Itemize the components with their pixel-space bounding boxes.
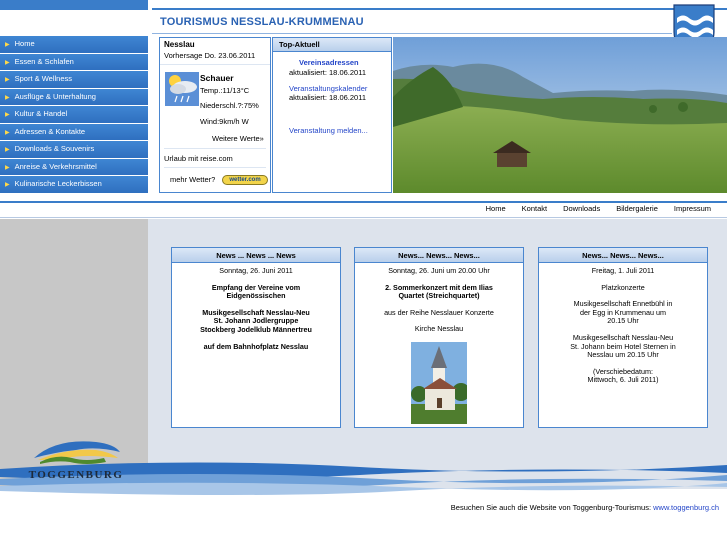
nav-item-label: Anreise & Verkehrsmittel — [14, 161, 97, 171]
news-date: Sonntag, 26. Juni um 20.00 Uhr — [388, 266, 490, 275]
updated-date: aktualisiert: 18.06.2011 — [289, 68, 366, 77]
footer: Besuchen Sie auch die Website von Toggen… — [451, 503, 719, 512]
section-divider — [0, 201, 727, 203]
nav-item-label: Home — [14, 39, 35, 48]
arrow-right-icon: ▶ — [5, 94, 10, 101]
weather-forecast-date: Vorhersage Do. 23.06.2011 — [160, 51, 270, 65]
weather-location: Nesslau — [164, 40, 195, 49]
nav-item-label: Ausflüge & Unterhaltung — [14, 91, 96, 101]
nav-item-essen-schlafen[interactable]: ▶ Essen & Schlafen — [0, 53, 148, 70]
top-accent-bar — [0, 0, 148, 10]
nav-item-kulinarisch[interactable]: ▶ Kulinarische Leckerbissen — [0, 176, 148, 193]
nav-item-label: Kulinarische Leckerbissen — [14, 179, 102, 188]
news-box: News... News... News... Freitag, 1. Juli… — [538, 247, 708, 428]
nav-item-kultur-handel[interactable]: ▶ Kultur & Handel — [0, 106, 148, 123]
divider — [164, 148, 266, 149]
vereinsadressen-link[interactable]: Vereinsadressen — [299, 58, 359, 67]
nav-item-label: Downloads & Souvenirs — [14, 144, 95, 153]
veranstaltung-melden-link[interactable]: Veranstaltung melden... — [289, 126, 368, 135]
arrow-right-icon: ▶ — [5, 182, 10, 188]
news-line: Platzkonzerte — [601, 282, 645, 292]
news-title: News... News... News... — [539, 248, 707, 263]
weather-condition: Schauer — [200, 73, 234, 83]
church-photo — [411, 341, 467, 424]
arrow-right-icon: ▶ — [5, 42, 10, 48]
nav-item-ausfluege[interactable]: ▶ Ausflüge & Unterhaltung — [0, 88, 148, 105]
arrow-right-icon: ▶ — [5, 77, 10, 83]
logo-text: TOGGENBURG — [29, 469, 124, 481]
nav-item-anreise[interactable]: ▶ Anreise & Verkehrsmittel — [0, 158, 148, 175]
news-date: Sonntag, 26. Juni 2011 — [219, 266, 293, 275]
rain-shower-icon — [165, 72, 199, 106]
landscape-photo — [393, 37, 727, 193]
nav-item-label: Kultur & Handel — [14, 109, 68, 118]
wetter-com-logo[interactable]: wetter.com — [222, 175, 268, 185]
top-aktuell-title: Top-Aktuell — [273, 38, 391, 52]
arrow-right-icon: ▶ — [5, 147, 10, 153]
top-navigation: Home Kontakt Downloads Bildergalerie Imp… — [478, 204, 719, 213]
site-title: TOURISMUS NESSLAU-KRUMMENAU — [160, 16, 364, 28]
news-title: News ... News ... News — [172, 248, 340, 263]
nav-item-downloads[interactable]: ▶ Downloads & Souvenirs — [0, 141, 148, 158]
arrow-right-icon: ▶ — [5, 112, 10, 118]
news-line: 2. Sommerkonzert mit dem Ilias Quartet (… — [385, 282, 493, 301]
toggenburg-logo: TOGGENBURG — [29, 441, 124, 481]
updated-date: aktualisiert: 18.06.2011 — [289, 93, 366, 102]
topnav-kontakt[interactable]: Kontakt — [514, 204, 555, 213]
arrow-right-icon: ▶ — [5, 164, 10, 171]
nav-item-home[interactable]: ▶ Home — [0, 36, 148, 53]
topnav-bildergalerie[interactable]: Bildergalerie — [608, 204, 666, 213]
weather-precipitation: Niederschl.?:75% — [200, 101, 259, 110]
nav-item-label: Sport & Wellness — [14, 74, 73, 83]
weather-ad-link[interactable]: Urlaub mit reise.com — [164, 154, 233, 163]
arrow-right-icon: ▶ — [5, 129, 10, 136]
nav-item-label: Adressen & Kontakte — [14, 126, 86, 136]
news-line: Kirche Nesslau — [414, 324, 464, 334]
news-line: Musikgesellschaft Ennetbühl in der Egg i… — [573, 299, 673, 326]
topnav-downloads[interactable]: Downloads — [555, 204, 608, 213]
news-box: News ... News ... News Sonntag, 26. Juni… — [171, 247, 341, 428]
news-line: auf dem Bahnhofplatz Nesslau — [203, 341, 309, 351]
toggenburg-link[interactable]: www.toggenburg.ch — [653, 503, 719, 512]
weather-wind: Wind:9km/h W — [200, 117, 249, 126]
weather-more-link[interactable]: Weitere Werte» — [212, 134, 264, 143]
news-line: (Verschiebedatum: Mittwoch, 6. Juli 2011… — [587, 366, 659, 385]
title-underline — [152, 33, 672, 34]
news-date: Freitag, 1. Juli 2011 — [591, 266, 655, 275]
topnav-home[interactable]: Home — [478, 204, 514, 213]
weather-widget: Nesslau Vorhersage Do. 23.06.2011 Schaue… — [159, 37, 271, 193]
news-line: Musikgesellschaft Nesslau-Neu St. Johann… — [200, 307, 312, 334]
weather-temperature: Temp.:11/13°C — [200, 86, 250, 95]
nav-item-adressen[interactable]: ▶ Adressen & Kontakte — [0, 123, 148, 140]
more-weather-link[interactable]: mehr Wetter? — [170, 175, 215, 184]
divider — [164, 167, 266, 168]
topnav-underline — [0, 217, 727, 218]
top-line — [152, 8, 727, 10]
footer-text: Besuchen Sie auch die Website von Toggen… — [450, 503, 652, 512]
main-navigation: ▶ Home ▶ Essen & Schlafen ▶ Sport & Wellnes… — [0, 36, 148, 194]
news-line: aus der Reihe Nesslauer Konzerte — [384, 307, 494, 317]
nav-item-label: Essen & Schlafen — [14, 56, 74, 66]
nav-item-sport-wellness[interactable]: ▶ Sport & Wellness — [0, 71, 148, 88]
top-aktuell-box: Top-Aktuell Vereinsadressen aktualisiert… — [272, 37, 392, 193]
news-line: Empfang der Vereine vom Eidgenössischen — [211, 282, 301, 301]
topnav-impressum[interactable]: Impressum — [666, 204, 719, 213]
news-box: News... News... News... Sonntag, 26. Jun… — [354, 247, 524, 428]
veranstaltungskalender-link[interactable]: Veranstaltungskalender — [289, 84, 367, 93]
news-line: Musikgesellschaft Nesslau-Neu St. Johann… — [570, 332, 676, 360]
news-title: News... News... News... — [355, 248, 523, 263]
arrow-right-icon: ▶ — [5, 59, 10, 66]
